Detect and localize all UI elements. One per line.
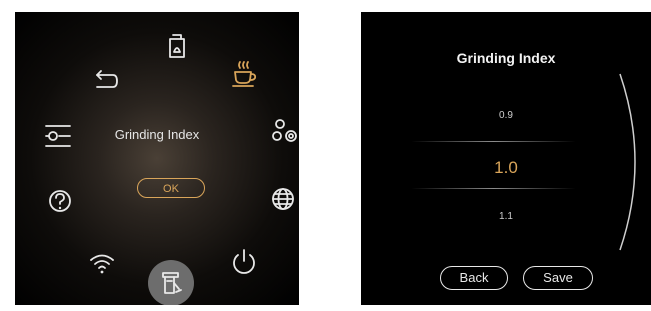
refill-icon[interactable] <box>160 30 194 64</box>
power-icon[interactable] <box>227 244 261 278</box>
globe-icon[interactable] <box>266 182 299 216</box>
page-title: Grinding Index <box>114 127 200 142</box>
grinding-index-screen: Grinding Index 0.9 1.0 1.1 Back Save <box>361 12 651 305</box>
wifi-icon[interactable] <box>85 245 119 279</box>
coffee-cup-icon[interactable] <box>227 56 261 90</box>
selected-value[interactable]: 1.0 <box>361 158 651 178</box>
divider <box>411 141 576 142</box>
main-menu-screen: Grinding Index OK <box>15 12 299 305</box>
page-title: Grinding Index <box>456 50 556 66</box>
help-icon[interactable] <box>43 184 77 218</box>
save-button[interactable]: Save <box>523 266 593 290</box>
scroll-arc <box>616 72 651 252</box>
back-arrow-icon[interactable] <box>87 63 121 97</box>
back-button[interactable]: Back <box>440 266 508 290</box>
ok-button[interactable]: OK <box>137 178 205 198</box>
divider <box>411 188 576 189</box>
previous-value-option[interactable]: 0.9 <box>361 110 651 121</box>
next-value-option[interactable]: 1.1 <box>361 211 651 222</box>
clean-icon[interactable] <box>154 266 188 300</box>
